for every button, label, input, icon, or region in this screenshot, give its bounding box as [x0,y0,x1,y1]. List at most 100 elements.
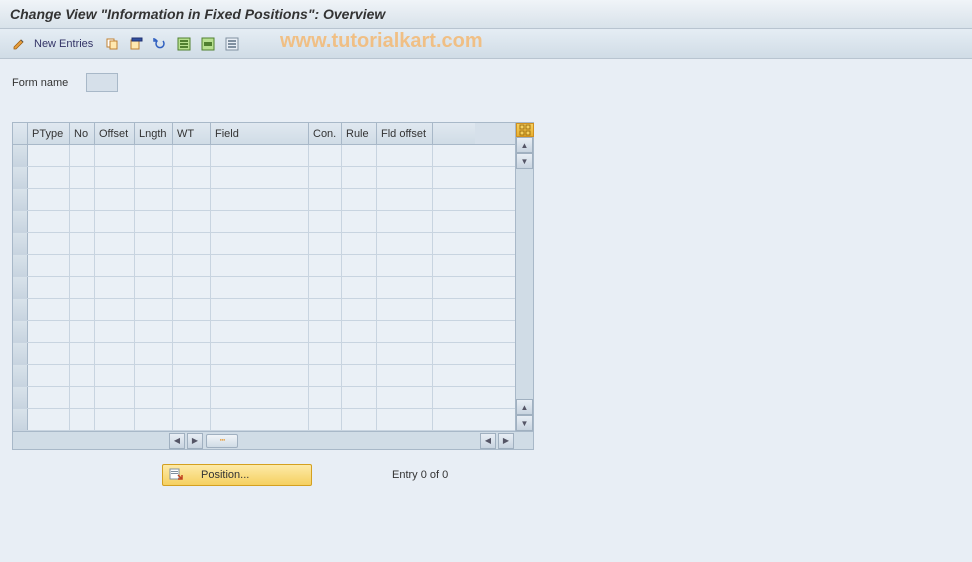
cell-extra[interactable] [433,387,475,408]
hscroll-thumb[interactable]: ┅ [206,434,238,448]
cell-lngth[interactable] [135,145,173,166]
cell-ptype[interactable] [28,233,70,254]
cell-con[interactable] [309,387,342,408]
cell-no[interactable] [70,145,95,166]
cell-con[interactable] [309,189,342,210]
cell-field[interactable] [211,255,309,276]
cell-field[interactable] [211,211,309,232]
cell-field[interactable] [211,365,309,386]
scroll-col-left-icon[interactable]: ▶ [187,433,203,449]
cell-no[interactable] [70,189,95,210]
table-row[interactable] [13,255,515,277]
cell-wt[interactable] [173,321,211,342]
cell-extra[interactable] [433,321,475,342]
cell-no[interactable] [70,387,95,408]
cell-wt[interactable] [173,409,211,430]
cell-fldoffset[interactable] [377,409,433,430]
cell-no[interactable] [70,167,95,188]
cell-lngth[interactable] [135,343,173,364]
row-selector[interactable] [13,255,28,276]
cell-offset[interactable] [95,189,135,210]
cell-fldoffset[interactable] [377,365,433,386]
cell-wt[interactable] [173,343,211,364]
cell-con[interactable] [309,365,342,386]
cell-extra[interactable] [433,167,475,188]
cell-fldoffset[interactable] [377,343,433,364]
cell-fldoffset[interactable] [377,145,433,166]
cell-field[interactable] [211,409,309,430]
scroll-down-icon[interactable]: ▼ [516,415,533,431]
cell-fldoffset[interactable] [377,211,433,232]
copy-icon[interactable] [103,35,121,53]
cell-field[interactable] [211,321,309,342]
cell-lngth[interactable] [135,365,173,386]
horizontal-scrollbar[interactable]: ◀ ▶ ┅ ◀ ▶ [13,431,533,449]
new-entries-button[interactable]: New Entries [34,38,93,50]
cell-offset[interactable] [95,211,135,232]
cell-extra[interactable] [433,365,475,386]
cell-con[interactable] [309,277,342,298]
table-row[interactable] [13,233,515,255]
cell-no[interactable] [70,233,95,254]
cell-ptype[interactable] [28,299,70,320]
cell-rule[interactable] [342,145,377,166]
cell-offset[interactable] [95,299,135,320]
cell-field[interactable] [211,277,309,298]
delete-icon[interactable] [127,35,145,53]
cell-ptype[interactable] [28,343,70,364]
change-display-icon[interactable] [10,35,28,53]
cell-no[interactable] [70,277,95,298]
cell-wt[interactable] [173,255,211,276]
row-selector[interactable] [13,167,28,188]
cell-field[interactable] [211,145,309,166]
row-selector-header[interactable] [13,123,28,144]
cell-lngth[interactable] [135,299,173,320]
cell-con[interactable] [309,343,342,364]
col-offset[interactable]: Offset [95,123,135,144]
table-row[interactable] [13,343,515,365]
row-selector[interactable] [13,299,28,320]
table-config-icon[interactable] [516,123,534,137]
cell-extra[interactable] [433,145,475,166]
row-selector[interactable] [13,189,28,210]
cell-field[interactable] [211,299,309,320]
row-selector[interactable] [13,145,28,166]
cell-wt[interactable] [173,277,211,298]
cell-no[interactable] [70,255,95,276]
scroll-line-down-icon[interactable]: ▲ [516,399,533,415]
cell-ptype[interactable] [28,211,70,232]
col-fldoffset[interactable]: Fld offset [377,123,433,144]
form-name-input[interactable] [86,73,118,92]
cell-rule[interactable] [342,211,377,232]
cell-lngth[interactable] [135,277,173,298]
cell-offset[interactable] [95,145,135,166]
cell-offset[interactable] [95,167,135,188]
table-row[interactable] [13,211,515,233]
cell-fldoffset[interactable] [377,277,433,298]
cell-wt[interactable] [173,387,211,408]
scroll-left-icon[interactable]: ◀ [169,433,185,449]
table-row[interactable] [13,299,515,321]
cell-offset[interactable] [95,321,135,342]
cell-offset[interactable] [95,255,135,276]
cell-wt[interactable] [173,233,211,254]
cell-field[interactable] [211,387,309,408]
table-row[interactable] [13,387,515,409]
cell-extra[interactable] [433,255,475,276]
cell-fldoffset[interactable] [377,387,433,408]
cell-con[interactable] [309,255,342,276]
cell-ptype[interactable] [28,145,70,166]
cell-field[interactable] [211,189,309,210]
position-button[interactable]: Position... [162,464,312,486]
cell-con[interactable] [309,167,342,188]
col-wt[interactable]: WT [173,123,211,144]
cell-ptype[interactable] [28,167,70,188]
cell-extra[interactable] [433,299,475,320]
cell-ptype[interactable] [28,321,70,342]
cell-ptype[interactable] [28,189,70,210]
cell-no[interactable] [70,299,95,320]
scroll-up-icon[interactable]: ▲ [516,137,533,153]
cell-ptype[interactable] [28,387,70,408]
cell-extra[interactable] [433,189,475,210]
scroll-track[interactable] [516,169,533,399]
